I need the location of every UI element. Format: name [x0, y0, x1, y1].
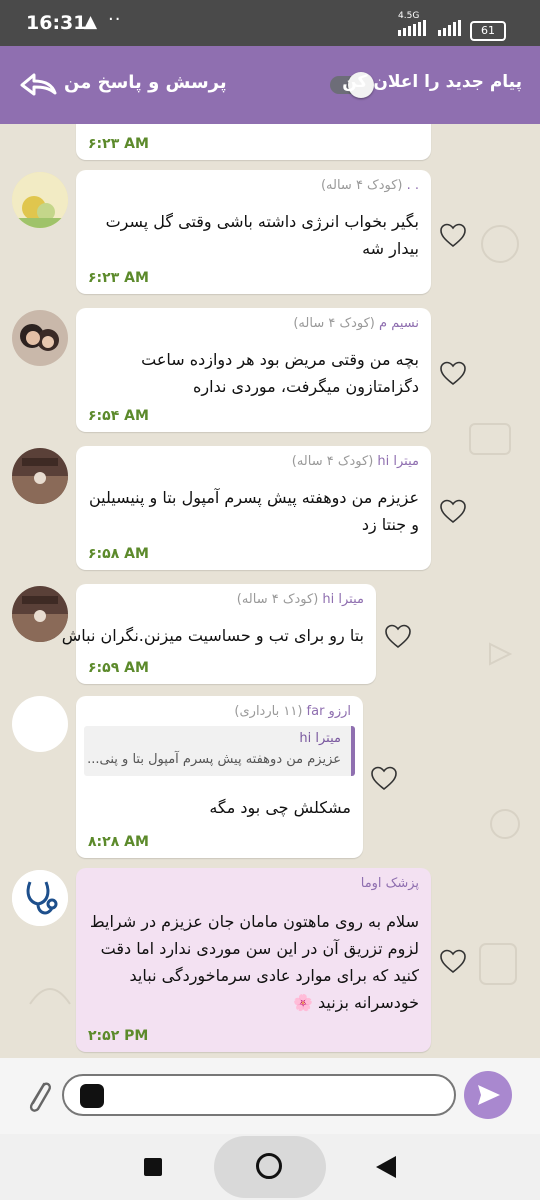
- heart-icon[interactable]: [384, 623, 412, 649]
- avatar-image: [12, 172, 68, 228]
- heart-icon[interactable]: [439, 498, 467, 524]
- sender-name: میترا hi (کودک ۴ ساله): [237, 592, 364, 607]
- message-bubble[interactable]: ارزو far (۱۱ بارداری) میترا hi عزیزم من …: [76, 696, 363, 858]
- attach-icon[interactable]: [24, 1076, 54, 1116]
- sender-name: ارزو far (۱۱ بارداری): [234, 704, 351, 719]
- warning-icon: ▲: [84, 12, 98, 32]
- battery-icon: 61: [470, 21, 506, 41]
- message-time: ۶:۲۳ AM: [88, 136, 149, 152]
- sender-name: . . (کودک ۴ ساله): [321, 178, 419, 193]
- page-title: پرسش و پاسخ من: [64, 72, 227, 93]
- heart-icon[interactable]: [370, 765, 398, 791]
- back-button[interactable]: [376, 1156, 396, 1178]
- notification-dots: ··: [108, 9, 122, 30]
- message-bubble[interactable]: میترا hi (کودک ۴ ساله) بتا رو برای تب و …: [61, 584, 376, 684]
- home-ring-icon: [256, 1153, 282, 1179]
- message-input[interactable]: [62, 1074, 456, 1116]
- message-input-bar: [0, 1058, 540, 1134]
- sender-label: . .: [406, 178, 419, 193]
- announce-label: پیام جدید را اعلان کن: [342, 72, 522, 92]
- chat-area[interactable]: ۶:۲۳ AM . . (کودک ۴ ساله) بگیر بخواب انر…: [0, 124, 540, 1058]
- message-text: بتا رو برای تب و حساسیت میزنن.نگران نباش: [61, 626, 364, 645]
- message-time: ۸:۲۸ AM: [88, 834, 149, 850]
- back-arrow-icon[interactable]: [18, 70, 58, 100]
- send-button[interactable]: [464, 1071, 512, 1119]
- sender-role: (کودک ۴ ساله): [291, 454, 378, 469]
- avatar-image: [12, 310, 68, 366]
- avatar-image: [12, 586, 68, 642]
- message-time: ۶:۲۳ AM: [88, 270, 149, 286]
- message-text: بچه من وقتی مریض بود هر دوازده ساعت دگزا…: [141, 350, 419, 396]
- message-bubble[interactable]: میترا hi (کودک ۴ ساله) عزیزم من دوهفته پ…: [76, 446, 431, 570]
- avatar-image: [12, 448, 68, 504]
- sender-label: پزشک اوما: [360, 876, 419, 891]
- sender-name: میترا hi (کودک ۴ ساله): [292, 454, 419, 469]
- heart-icon[interactable]: [439, 222, 467, 248]
- message-bubble[interactable]: نسیم م (کودک ۴ ساله) بچه من وقتی مریض بو…: [76, 308, 431, 432]
- message-text: مشکلش چی بود مگه: [209, 798, 351, 817]
- message-time: ۶:۵۸ AM: [88, 546, 149, 562]
- reply-quote[interactable]: میترا hi عزیزم من دوهفته پیش پسرم آمپول …: [84, 726, 355, 776]
- sender-label: میترا hi: [322, 592, 364, 607]
- sender-name: پزشک اوما: [361, 876, 419, 891]
- sender-label: ارزو far: [306, 704, 351, 719]
- battery-level: 61: [481, 24, 495, 37]
- message-bubble[interactable]: ۶:۲۳ AM: [76, 124, 431, 160]
- reply-sender: میترا hi: [299, 731, 341, 746]
- message-bubble[interactable]: . . (کودک ۴ ساله) بگیر بخواب انرژی داشته…: [76, 170, 431, 294]
- avatar[interactable]: [12, 448, 68, 504]
- sender-role: (کودک ۴ ساله): [236, 592, 323, 607]
- avatar[interactable]: [12, 586, 68, 642]
- message-time: ۶:۵۴ AM: [88, 408, 149, 424]
- avatar[interactable]: [12, 696, 68, 752]
- sender-label: میترا hi: [377, 454, 419, 469]
- heart-icon[interactable]: [439, 948, 467, 974]
- message-time: ۲:۵۲ PM: [88, 1028, 149, 1044]
- app-bar: پرسش و پاسخ من پیام جدید را اعلان کن: [0, 46, 540, 124]
- sender-role: (کودک ۴ ساله): [293, 316, 380, 331]
- avatar[interactable]: [12, 172, 68, 228]
- avatar[interactable]: [12, 310, 68, 366]
- message-text: بگیر بخواب انرژی داشته باشی وقتی گل پسرت…: [105, 212, 419, 258]
- recents-button[interactable]: [144, 1158, 162, 1176]
- message-text: سلام به روی ماهتون مامان جان عزیزم در شر…: [89, 912, 419, 1012]
- home-button[interactable]: [214, 1136, 326, 1198]
- avatar[interactable]: [12, 870, 68, 926]
- signal-icon: [398, 20, 426, 36]
- sender-role: (کودک ۴ ساله): [320, 178, 407, 193]
- sender-role: (۱۱ بارداری): [234, 704, 307, 719]
- emoji-icon[interactable]: [80, 1084, 104, 1108]
- reply-text: عزیزم من دوهفته پیش پسرم آمپول بتا و پنی…: [87, 752, 341, 767]
- message-time: ۶:۵۹ AM: [88, 660, 149, 676]
- status-time: 16:31: [26, 12, 87, 34]
- stethoscope-icon: [12, 870, 68, 926]
- system-nav-bar: [0, 1134, 540, 1200]
- message-bubble[interactable]: پزشک اوما سلام به روی ماهتون مامان جان ع…: [76, 868, 431, 1052]
- heart-icon[interactable]: [439, 360, 467, 386]
- sender-label: نسیم م: [379, 316, 419, 331]
- sender-name: نسیم م (کودک ۴ ساله): [293, 316, 419, 331]
- send-icon: [478, 1085, 500, 1105]
- signal-icon-2: [438, 20, 461, 36]
- status-bar: 16:31 ▲ ·· 4.5G 61: [0, 0, 540, 46]
- message-text: عزیزم من دوهفته پیش پسرم آمپول بتا و پنی…: [88, 488, 419, 534]
